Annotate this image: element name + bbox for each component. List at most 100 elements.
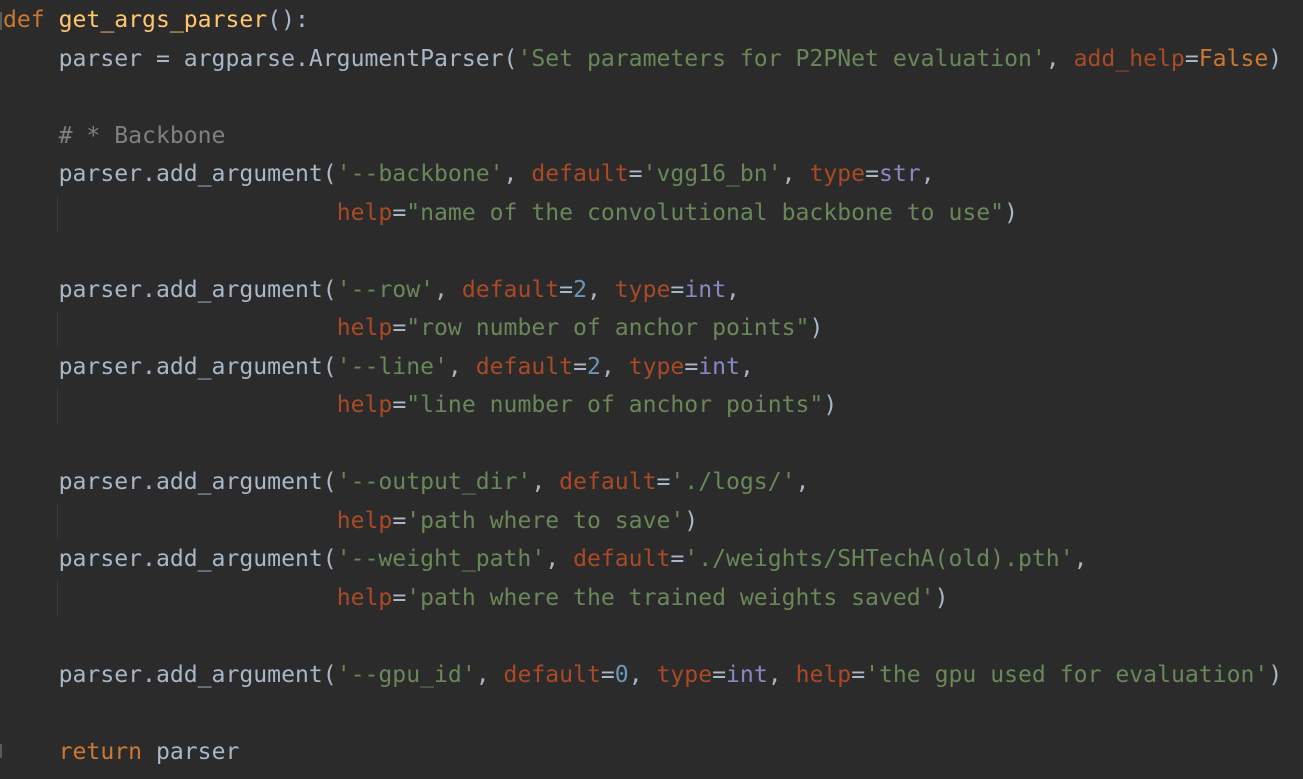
code-token-kw: False bbox=[1198, 45, 1269, 72]
code-token-plain: = bbox=[392, 584, 407, 611]
code-token-plain: = bbox=[865, 161, 879, 187]
code-token-str: 'Set parameters for P2PNet evaluation' bbox=[517, 45, 1046, 72]
code-line[interactable]: parser.add_argument('--row', default=2, … bbox=[3, 271, 740, 309]
code-line[interactable]: help="row number of anchor points") bbox=[3, 309, 824, 347]
code-token-str: '--row' bbox=[336, 276, 435, 303]
code-token-param: type bbox=[628, 353, 685, 380]
code-token-plain: = bbox=[573, 353, 587, 380]
code-token-plain: = bbox=[392, 199, 407, 226]
code-token-param: default bbox=[559, 469, 657, 495]
code-token-param: default bbox=[461, 276, 560, 303]
code-token-plain: = bbox=[670, 276, 685, 303]
code-line[interactable]: return parser bbox=[3, 733, 240, 771]
code-token-str: 'vgg16_bn' bbox=[642, 161, 782, 187]
code-line[interactable]: parser.add_argument('--weight_path', def… bbox=[3, 540, 1088, 578]
code-line[interactable]: parser.add_argument('--output_dir', defa… bbox=[3, 463, 810, 501]
code-token-param: type bbox=[809, 161, 866, 187]
code-token-str: 'path where the trained weights saved' bbox=[406, 584, 935, 611]
code-token-plain: , bbox=[586, 276, 615, 303]
code-token-plain: = bbox=[712, 661, 727, 688]
code-token-plain: , bbox=[920, 161, 935, 187]
code-token-param: default bbox=[531, 161, 629, 187]
code-token-plain: parser bbox=[142, 738, 240, 765]
code-token-plain: , bbox=[781, 161, 810, 187]
code-token-plain: ) bbox=[1004, 199, 1018, 226]
code-line[interactable]: parser = argparse.ArgumentParser('Set pa… bbox=[3, 40, 1283, 78]
code-token-param: help bbox=[336, 315, 393, 341]
code-token-plain: , bbox=[767, 661, 796, 688]
code-token-plain: , bbox=[503, 161, 532, 187]
code-token-plain: parser = argparse.ArgumentParser( bbox=[3, 45, 518, 72]
code-line[interactable]: help='path where the trained weights sav… bbox=[3, 579, 949, 617]
code-token-plain: , bbox=[545, 546, 574, 572]
code-token-num: 0 bbox=[614, 661, 629, 688]
code-token-param: type bbox=[614, 276, 671, 303]
code-token-plain: , bbox=[726, 276, 740, 303]
fold-marker-top[interactable] bbox=[0, 12, 2, 30]
code-token-str: 'the gpu used for evaluation' bbox=[865, 661, 1269, 688]
code-token-plain: ) bbox=[823, 392, 838, 418]
code-token-str: './weights/SHTechA(old).pth' bbox=[684, 546, 1074, 572]
code-token-comment: # * Backbone bbox=[3, 122, 226, 149]
code-token-builtin: int bbox=[698, 353, 740, 380]
code-line[interactable]: help='path where to save') bbox=[3, 502, 699, 540]
code-token-str: 'path where to save' bbox=[406, 507, 685, 534]
code-token-plain: ) bbox=[934, 584, 949, 611]
code-token-plain: = bbox=[1184, 45, 1199, 72]
code-token-str: "row number of anchor points" bbox=[406, 315, 810, 341]
code-token-plain: parser.add_argument( bbox=[3, 161, 337, 187]
code-token-plain: , bbox=[1073, 546, 1088, 572]
code-token-plain: ) bbox=[1268, 661, 1283, 688]
code-token-plain: , bbox=[739, 353, 754, 380]
code-editor[interactable]: def get_args_parser(): parser = argparse… bbox=[0, 0, 1303, 779]
code-line[interactable]: parser.add_argument('--backbone', defaul… bbox=[3, 155, 935, 193]
code-token-str: './logs/' bbox=[670, 469, 796, 495]
code-token-plain: ) bbox=[684, 507, 699, 534]
code-token-plain: parser.add_argument( bbox=[3, 661, 337, 688]
code-line[interactable]: # * Backbone bbox=[3, 117, 226, 155]
code-token-plain: = bbox=[656, 469, 671, 495]
code-token-param: help bbox=[336, 199, 393, 226]
code-token-str: '--gpu_id' bbox=[336, 661, 476, 688]
code-line[interactable]: help="name of the convolutional backbone… bbox=[3, 194, 1018, 232]
code-token-kw: def bbox=[3, 7, 59, 33]
code-token-plain: , bbox=[795, 469, 810, 495]
code-token-num: 2 bbox=[573, 276, 587, 303]
code-token-builtin: str bbox=[878, 161, 921, 187]
code-token-plain: parser.add_argument( bbox=[3, 469, 337, 495]
code-token-plain: parser.add_argument( bbox=[3, 546, 337, 572]
code-token-param: type bbox=[656, 661, 713, 688]
code-token-fn: get_args_parser bbox=[58, 7, 268, 33]
code-token-kw: return bbox=[58, 738, 143, 765]
code-token-str: '--backbone' bbox=[336, 161, 504, 187]
code-token-plain: = bbox=[559, 276, 574, 303]
code-token-plain: = bbox=[392, 392, 407, 418]
code-token-param: default bbox=[573, 546, 671, 572]
code-token-plain: = bbox=[392, 315, 407, 341]
code-token-plain: ) bbox=[1268, 45, 1283, 72]
code-token-plain: (): bbox=[267, 7, 309, 33]
code-token-num: 2 bbox=[586, 353, 601, 380]
code-token-param: default bbox=[503, 661, 601, 688]
code-token-plain: = bbox=[628, 161, 643, 187]
code-token-param: help bbox=[336, 507, 393, 534]
code-token-plain: , bbox=[1045, 45, 1074, 72]
code-token-plain: parser.add_argument( bbox=[3, 276, 337, 303]
code-token-param: add_help bbox=[1073, 45, 1185, 72]
code-line[interactable]: parser.add_argument('--line', default=2,… bbox=[3, 348, 754, 386]
code-token-param: help bbox=[336, 392, 393, 418]
code-token-plain: parser.add_argument( bbox=[3, 353, 337, 380]
code-line[interactable]: def get_args_parser(): bbox=[3, 1, 309, 39]
code-token-plain: , bbox=[600, 353, 629, 380]
code-token-builtin: int bbox=[684, 276, 727, 303]
code-token-plain: = bbox=[851, 661, 866, 688]
fold-marker-bottom[interactable] bbox=[0, 744, 2, 758]
code-line[interactable]: parser.add_argument('--gpu_id', default =… bbox=[3, 656, 1283, 694]
code-token-param: help bbox=[336, 584, 393, 611]
code-line[interactable]: help="line number of anchor points") bbox=[3, 386, 838, 424]
